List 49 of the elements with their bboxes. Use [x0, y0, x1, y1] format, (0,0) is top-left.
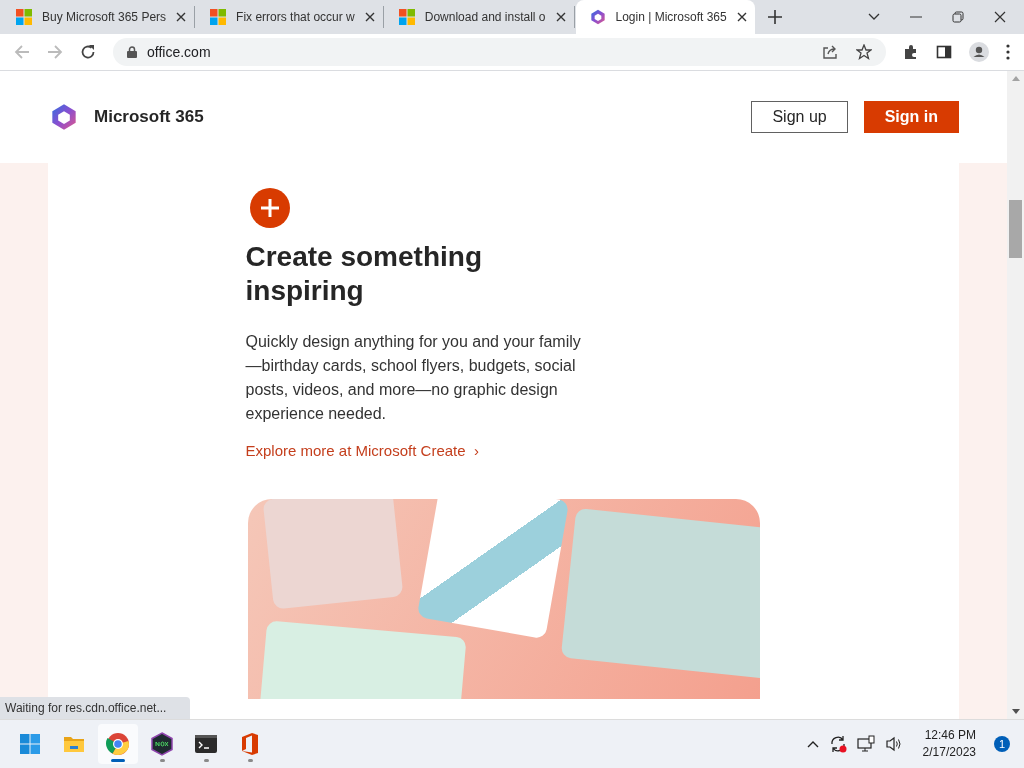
- sidebar-icon[interactable]: [936, 44, 952, 60]
- share-icon[interactable]: [822, 44, 838, 60]
- clock-date[interactable]: 2/17/2023: [922, 744, 976, 761]
- star-icon[interactable]: [856, 44, 872, 60]
- close-icon[interactable]: [736, 12, 747, 22]
- sign-in-button[interactable]: Sign in: [863, 101, 959, 133]
- section-description: Quickly design anything for you and your family—birthday cards, school flyers, budgets, social posts, videos, and more—no graphic design experience needed.: [245, 332, 582, 424]
- puzzle-icon[interactable]: [903, 44, 919, 60]
- profile-avatar-icon[interactable]: [969, 42, 989, 62]
- brand-name[interactable]: Microsoft 365: [94, 107, 204, 127]
- close-icon[interactable]: [176, 12, 187, 22]
- reload-icon[interactable]: [80, 44, 96, 60]
- chrome-icon[interactable]: [106, 732, 130, 756]
- chevron-up-icon[interactable]: [806, 740, 819, 748]
- volume-icon[interactable]: [884, 735, 903, 753]
- close-icon[interactable]: [555, 12, 566, 22]
- scroll-down-icon[interactable]: [1011, 709, 1020, 714]
- taskbar-button[interactable]: [98, 724, 138, 764]
- more-options-icon[interactable]: [1006, 44, 1010, 60]
- explore-link[interactable]: Explore more at Microsoft Create ›: [245, 442, 479, 459]
- windows-logo-icon: [16, 9, 32, 25]
- clock-time[interactable]: 12:46 PM: [924, 727, 976, 744]
- scrollbar[interactable]: [1007, 71, 1024, 719]
- chevron-down-icon[interactable]: [868, 13, 880, 21]
- sync-icon[interactable]: [828, 735, 847, 753]
- hexagon-logo-icon[interactable]: [50, 102, 78, 132]
- sign-up-button[interactable]: Sign up: [751, 101, 848, 133]
- restore-icon[interactable]: [952, 11, 964, 23]
- plus-circle-icon: [249, 188, 290, 228]
- browser-tab[interactable]: Download and install o: [390, 6, 575, 28]
- new-tab-icon[interactable]: [767, 10, 782, 24]
- windows-logo-icon: [210, 9, 227, 25]
- scrollbar-thumb[interactable]: [1009, 200, 1022, 258]
- browser-tab[interactable]: Buy Microsoft 365 Pers: [8, 6, 196, 28]
- close-icon[interactable]: [364, 12, 375, 22]
- status-bubble: Waiting for res.cdn.office.net...: [0, 697, 191, 719]
- network-icon[interactable]: [856, 735, 875, 753]
- hexagon-logo-icon: [589, 9, 606, 25]
- hexagon-app-icon[interactable]: [150, 732, 174, 756]
- lock-icon: [127, 46, 137, 58]
- browser-tab[interactable]: Fix errors that occur w: [202, 6, 384, 28]
- windows-logo-icon: [398, 9, 415, 25]
- notification-badge[interactable]: 1: [994, 736, 1010, 752]
- browser-tab[interactable]: Login | Microsoft 365: [575, 0, 755, 34]
- close-icon[interactable]: [994, 11, 1006, 23]
- section-heading: Create something inspiring: [245, 240, 483, 308]
- terminal-icon[interactable]: [194, 732, 218, 756]
- start-menu-icon[interactable]: [18, 732, 42, 756]
- address-bar[interactable]: office.com: [113, 38, 886, 66]
